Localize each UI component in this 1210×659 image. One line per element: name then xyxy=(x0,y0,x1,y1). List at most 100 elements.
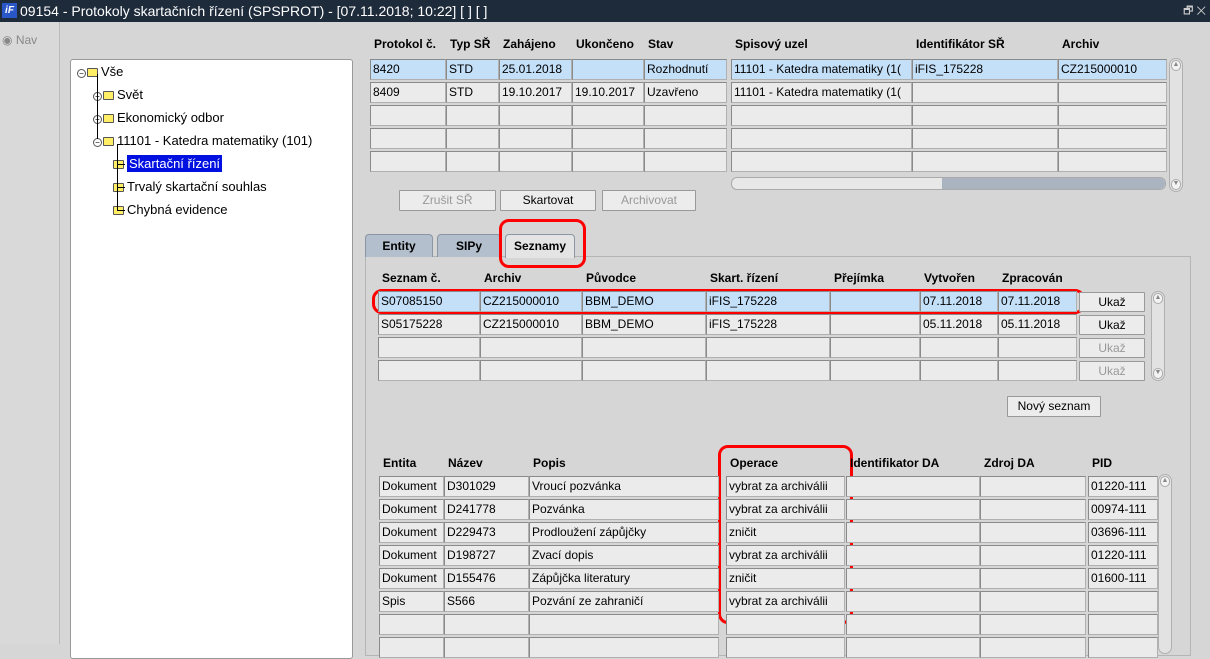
table-cell[interactable]: CZ215000010 xyxy=(480,291,582,312)
table-cell[interactable]: BBM_DEMO xyxy=(582,291,706,312)
collapse-icon[interactable]: − xyxy=(77,69,86,78)
table-cell[interactable] xyxy=(572,151,644,172)
table-cell[interactable]: Dokument xyxy=(379,499,444,520)
ukaz-button[interactable]: Ukaž xyxy=(1079,361,1145,381)
skartovat-button[interactable]: Skartovat xyxy=(500,190,596,211)
tree-item[interactable]: Skartační řízení xyxy=(113,155,223,174)
table-cell[interactable]: STD xyxy=(446,59,499,80)
table-cell[interactable] xyxy=(912,82,1058,103)
table-cell[interactable] xyxy=(480,337,582,358)
scroll-down-icon[interactable]: ▼ xyxy=(1153,368,1163,379)
ukaz-button[interactable]: Ukaž xyxy=(1079,338,1145,358)
table-cell[interactable]: 8420 xyxy=(370,59,446,80)
nav-button[interactable]: ◉ Nav xyxy=(2,33,37,47)
tab-sipy[interactable]: SIPy xyxy=(437,234,501,257)
table-cell[interactable]: S566 xyxy=(444,591,529,612)
table-cell[interactable] xyxy=(846,476,980,497)
table-cell[interactable]: 25.01.2018 xyxy=(499,59,572,80)
table-cell[interactable] xyxy=(444,637,529,658)
table-cell[interactable] xyxy=(980,545,1086,566)
table-cell[interactable]: iFIS_175228 xyxy=(912,59,1058,80)
table-cell[interactable] xyxy=(998,337,1077,358)
table-cell[interactable] xyxy=(370,151,446,172)
table-cell[interactable] xyxy=(731,128,912,149)
scroll-up-icon[interactable]: ▲ xyxy=(1171,60,1181,71)
table-cell[interactable] xyxy=(480,360,582,381)
tab-entity[interactable]: Entity xyxy=(365,234,433,257)
table-cell[interactable] xyxy=(370,105,446,126)
table-cell[interactable] xyxy=(980,591,1086,612)
table-cell[interactable]: zničit xyxy=(726,568,845,589)
table-cell[interactable]: S07085150 xyxy=(378,291,480,312)
table-cell[interactable]: Dokument xyxy=(379,545,444,566)
table-cell[interactable] xyxy=(912,128,1058,149)
table-cell[interactable] xyxy=(706,337,830,358)
table-cell[interactable] xyxy=(846,591,980,612)
table-cell[interactable]: 19.10.2017 xyxy=(572,82,644,103)
table-cell[interactable] xyxy=(980,614,1086,635)
table-cell[interactable] xyxy=(980,637,1086,658)
table-cell[interactable]: Prodloužení zápůjčky xyxy=(529,522,719,543)
table-cell[interactable]: Zápůjčka literatury xyxy=(529,568,719,589)
table-cell[interactable] xyxy=(379,614,444,635)
table-cell[interactable] xyxy=(726,637,845,658)
table-cell[interactable]: Uzavřeno xyxy=(644,82,727,103)
table-cell[interactable]: Rozhodnutí xyxy=(644,59,727,80)
table-cell[interactable] xyxy=(572,105,644,126)
table-cell[interactable]: 05.11.2018 xyxy=(920,314,998,335)
table-cell[interactable] xyxy=(846,614,980,635)
tree-item[interactable]: − Vše xyxy=(77,64,123,82)
table-cell[interactable]: D198727 xyxy=(444,545,529,566)
table-cell[interactable]: 19.10.2017 xyxy=(499,82,572,103)
table-cell[interactable] xyxy=(644,151,727,172)
table-cell[interactable] xyxy=(572,59,644,80)
table-cell[interactable]: D229473 xyxy=(444,522,529,543)
table-cell[interactable] xyxy=(644,128,727,149)
table-cell[interactable]: CZ215000010 xyxy=(1058,59,1167,80)
table-cell[interactable]: 03696-111 xyxy=(1088,522,1158,543)
novy-seznam-button[interactable]: Nový seznam xyxy=(1007,396,1101,417)
table-cell[interactable]: Dokument xyxy=(379,476,444,497)
table-cell[interactable] xyxy=(846,568,980,589)
scroll-down-icon[interactable]: ▼ xyxy=(1171,179,1181,190)
archivovat-button[interactable]: Archivovat xyxy=(602,190,696,211)
table-cell[interactable] xyxy=(644,105,727,126)
table-cell[interactable]: Dokument xyxy=(379,522,444,543)
table-cell[interactable] xyxy=(920,360,998,381)
table-cell[interactable]: Spis xyxy=(379,591,444,612)
table-cell[interactable] xyxy=(830,291,920,312)
table-cell[interactable]: zničit xyxy=(726,522,845,543)
tree-item[interactable]: Trvalý skartační souhlas xyxy=(113,179,267,197)
table-cell[interactable] xyxy=(529,637,719,658)
table-cell[interactable]: 01220-111 xyxy=(1088,476,1158,497)
polozky-vscrollbar[interactable]: ▲ xyxy=(1158,474,1172,654)
table-cell[interactable] xyxy=(572,128,644,149)
table-cell[interactable] xyxy=(980,499,1086,520)
table-cell[interactable] xyxy=(1058,151,1167,172)
tree-item[interactable]: +Ekonomický odbor xyxy=(93,110,224,128)
table-cell[interactable] xyxy=(1058,128,1167,149)
tree-item[interactable]: − 11101 - Katedra matematiky (101) xyxy=(93,133,312,151)
table-cell[interactable]: 01600-111 xyxy=(1088,568,1158,589)
seznamy-vscrollbar[interactable]: ▲ ▼ xyxy=(1151,291,1165,381)
protokoly-hscrollbar[interactable] xyxy=(731,177,1166,190)
table-cell[interactable]: D155476 xyxy=(444,568,529,589)
table-cell[interactable] xyxy=(378,360,480,381)
table-cell[interactable] xyxy=(846,499,980,520)
table-cell[interactable]: 07.11.2018 xyxy=(920,291,998,312)
table-cell[interactable] xyxy=(912,151,1058,172)
table-cell[interactable] xyxy=(582,337,706,358)
ukaz-button[interactable]: Ukaž xyxy=(1079,292,1145,312)
table-cell[interactable]: iFIS_175228 xyxy=(706,291,830,312)
table-cell[interactable] xyxy=(830,337,920,358)
table-cell[interactable] xyxy=(446,151,499,172)
table-cell[interactable] xyxy=(830,314,920,335)
table-cell[interactable] xyxy=(446,105,499,126)
table-cell[interactable] xyxy=(920,337,998,358)
table-cell[interactable]: STD xyxy=(446,82,499,103)
table-cell[interactable] xyxy=(1088,614,1158,635)
table-cell[interactable]: vybrat za archiválii xyxy=(726,476,845,497)
table-cell[interactable]: D301029 xyxy=(444,476,529,497)
table-cell[interactable]: 01220-111 xyxy=(1088,545,1158,566)
table-cell[interactable]: 00974-111 xyxy=(1088,499,1158,520)
